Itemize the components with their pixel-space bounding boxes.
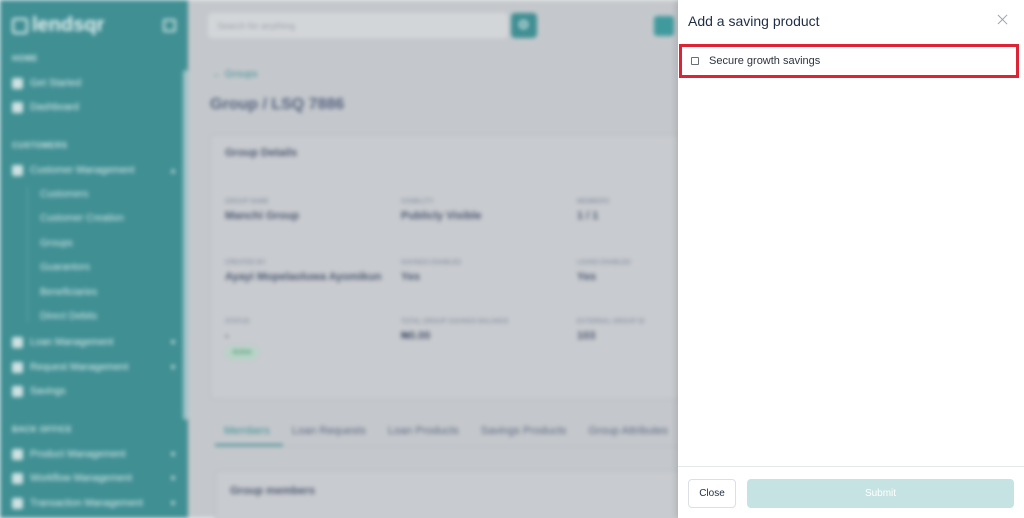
header-action-icon[interactable] — [654, 16, 674, 36]
lendsqr-logo-icon — [12, 17, 28, 34]
tab-group-attributes[interactable]: Group Attributes — [588, 425, 668, 437]
sidebar-item-workflow-management[interactable]: Workflow Management ▼ — [12, 471, 177, 485]
chevron-down-icon: ▼ — [169, 498, 177, 508]
collapse-sidebar-icon[interactable] — [163, 19, 176, 32]
page-title: Group / LSQ 7886 — [210, 96, 345, 113]
back-link[interactable]: ← Groups — [212, 69, 258, 80]
savings-icon — [12, 385, 23, 397]
members-card-title: Group members — [230, 485, 315, 497]
sidebar-item-dashboard[interactable]: Dashboard — [12, 100, 177, 114]
section-home: HOME — [12, 54, 38, 63]
tab-loan-requests[interactable]: Loan Requests — [292, 425, 366, 437]
tab-divider — [215, 446, 680, 447]
drawer-footer: Close Submit — [678, 466, 1024, 518]
sidebar-item-product-management[interactable]: Product Management ▼ — [12, 447, 177, 461]
submit-button[interactable]: Submit — [747, 479, 1014, 508]
tab-bar: Members Loan Requests Loan Products Savi… — [224, 425, 668, 437]
close-button[interactable]: Close — [688, 479, 736, 508]
logo: lendsqr — [12, 14, 104, 37]
tab-loan-products[interactable]: Loan Products — [388, 425, 459, 437]
sidebar-sub-groups[interactable]: Groups — [40, 238, 73, 249]
saving-product-label: Secure growth savings — [709, 55, 821, 67]
search-icon — [519, 20, 528, 29]
chevron-down-icon: ▼ — [169, 473, 177, 483]
add-saving-product-drawer: Add a saving product Secure growth savin… — [678, 0, 1024, 518]
saving-product-option[interactable]: Secure growth savings — [679, 44, 1019, 78]
section-customers: CUSTOMERS — [12, 141, 68, 150]
sidebar-item-transaction-management[interactable]: Transaction Management ▼ — [12, 496, 177, 510]
search-button[interactable] — [511, 13, 537, 38]
chevron-down-icon: ▼ — [169, 362, 177, 372]
field-status: STATUS - — [225, 319, 250, 342]
sidebar-item-customer-management[interactable]: Customer Management ▲ — [12, 163, 177, 177]
sidebar-item-request-management[interactable]: Request Management ▼ — [12, 360, 177, 374]
field-members: MEMBERS 1 / 1 — [577, 199, 610, 222]
field-created-by: CREATED BY Ayayi Mopelaoluwa Ayomikun — [225, 260, 382, 283]
users-icon — [12, 164, 23, 176]
sidebar: lendsqr HOME Get Started Dashboard CUSTO… — [0, 0, 188, 518]
sidebar-item-savings[interactable]: Savings — [12, 384, 177, 398]
field-total-savings: TOTAL GROUP SAVINGS BALANCE ₦0.00 — [401, 319, 509, 342]
group-details-card: Group Details GROUP NAME Manchi Group VIS… — [210, 134, 680, 400]
drawer-title: Add a saving product — [688, 13, 820, 29]
sidebar-item-loan-management[interactable]: Loan Management ▼ — [12, 335, 177, 349]
brand-name: lendsqr — [32, 14, 105, 36]
drawer-header: Add a saving product — [678, 0, 1024, 42]
chevron-down-icon: ▼ — [169, 449, 177, 459]
field-group-name: GROUP NAME Manchi Group — [225, 199, 299, 222]
home-icon — [12, 77, 23, 89]
card-title: Group Details — [225, 147, 298, 159]
saving-product-checkbox[interactable] — [691, 57, 699, 65]
tab-savings-products[interactable]: Savings Products — [481, 425, 567, 437]
field-external-id: EXTERNAL GROUP ID 103 — [577, 319, 645, 342]
group-members-card: Group members — [215, 470, 680, 518]
field-savings-enabled: SAVINGS ENABLED Yes — [401, 260, 462, 283]
chevron-up-icon: ▲ — [169, 165, 177, 175]
request-icon — [12, 361, 23, 373]
sidebar-sub-guarantors[interactable]: Guarantors — [40, 262, 90, 273]
field-visibility: VISIBILITY Publicly Visible — [401, 199, 482, 222]
status-badge: Active — [225, 346, 259, 360]
sidebar-sub-customer-creation[interactable]: Customer Creation — [40, 213, 124, 224]
chevron-down-icon: ▼ — [169, 337, 177, 347]
tab-members[interactable]: Members — [224, 425, 270, 437]
sidebar-item-get-started[interactable]: Get Started — [12, 76, 177, 90]
product-icon — [12, 448, 23, 460]
search-input[interactable]: Search for anything — [208, 13, 508, 38]
section-back-office: BACK OFFICE — [12, 425, 73, 434]
close-icon[interactable] — [996, 13, 1010, 27]
loan-icon — [12, 336, 23, 348]
sidebar-sub-beneficiaries[interactable]: Beneficiaries — [40, 287, 97, 298]
workflow-icon — [12, 472, 23, 484]
dashboard-icon — [12, 101, 23, 113]
field-loans-enabled: LOANS ENABLED Yes — [577, 260, 631, 283]
sidebar-sub-direct-debits[interactable]: Direct Debits — [40, 311, 97, 322]
submenu-line — [27, 186, 28, 322]
sidebar-sub-customers[interactable]: Customers — [40, 189, 88, 200]
transaction-icon — [12, 497, 23, 509]
